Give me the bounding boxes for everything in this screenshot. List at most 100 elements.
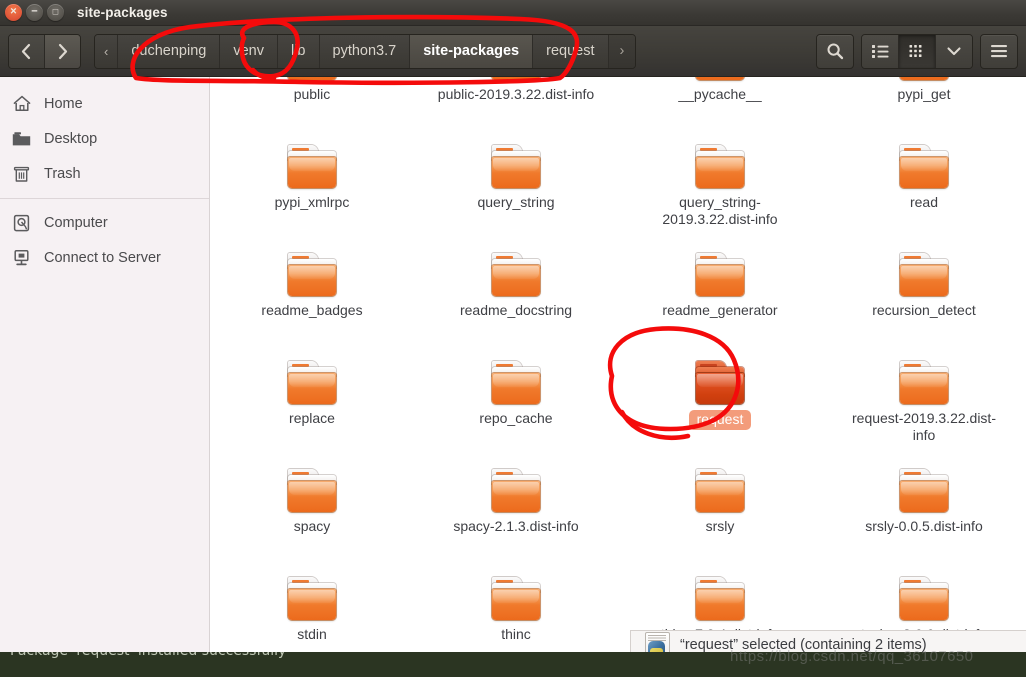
folder-icon [896, 142, 952, 190]
terminal-text: Package 'request' installed successfully [10, 652, 286, 659]
file-name: srsly [705, 518, 735, 534]
chevron-left-icon [21, 43, 31, 59]
window-titlebar: × − □ site-packages [0, 0, 1026, 26]
folder-icon [692, 574, 748, 622]
status-text: “request” selected (containing 2 items) [680, 636, 927, 653]
sidebar-item-home[interactable]: Home [0, 86, 209, 121]
sidebar-item-desktop[interactable]: Desktop [0, 121, 209, 156]
file-item[interactable]: query_string [414, 137, 618, 245]
sidebar-item-computer[interactable]: Computer [0, 205, 209, 240]
folder-icon [896, 358, 952, 406]
folder-icon [488, 358, 544, 406]
file-name: replace [289, 410, 335, 426]
file-name: readme_generator [662, 302, 778, 318]
view-mode-switcher [861, 33, 973, 69]
forward-button[interactable] [44, 34, 80, 68]
file-item[interactable]: srsly [618, 461, 822, 569]
folder-icon [488, 466, 544, 514]
file-name: pypi_xmlrpc [274, 194, 350, 210]
folder-icon [12, 129, 31, 148]
folder-icon [896, 574, 952, 622]
file-item-request[interactable]: request [618, 353, 822, 461]
server-icon [12, 248, 31, 267]
file-name: spacy [293, 518, 331, 534]
file-name: read [909, 194, 939, 210]
folder-icon [896, 466, 952, 514]
file-item[interactable]: query_string-2019.3.22.dist-info [618, 137, 822, 245]
folder-icon [284, 358, 340, 406]
navigation-buttons [8, 33, 81, 69]
grid-view-icon [909, 44, 922, 57]
file-name: __pycache__ [678, 86, 762, 102]
file-name: pypi_get [897, 86, 951, 102]
breadcrumb-item-python37[interactable]: python3.7 [318, 34, 410, 68]
search-icon [827, 43, 844, 60]
window-title: site-packages [77, 5, 168, 20]
file-item[interactable]: read [822, 137, 1026, 245]
file-item[interactable]: replace [210, 353, 414, 461]
file-name: thinc [501, 626, 531, 642]
file-name: public-2019.3.22.dist-info [437, 86, 595, 102]
file-item[interactable]: repo_cache [414, 353, 618, 461]
folder-icon [896, 250, 952, 298]
file-item[interactable]: public [210, 77, 414, 137]
breadcrumb-item-request[interactable]: request [532, 34, 608, 68]
file-item[interactable]: pypi_get [822, 77, 1026, 137]
sidebar-item-connect-to-server[interactable]: Connect to Server [0, 240, 209, 275]
folder-icon [488, 250, 544, 298]
file-item[interactable]: thinc [414, 569, 618, 654]
file-item[interactable]: readme_docstring [414, 245, 618, 353]
grid-view-button[interactable] [898, 34, 935, 68]
computer-icon [12, 213, 31, 232]
file-item[interactable]: readme_generator [618, 245, 822, 353]
file-item[interactable]: spacy-2.1.3.dist-info [414, 461, 618, 569]
folder-icon [692, 250, 748, 298]
file-name: query_string [477, 194, 555, 210]
breadcrumb: ‹ duchenping venv lib python3.7 site-pac… [94, 33, 637, 69]
breadcrumb-item-venv[interactable]: venv [219, 34, 277, 68]
close-window-button[interactable]: × [5, 4, 22, 21]
search-button[interactable] [816, 33, 854, 69]
folder-icon [284, 142, 340, 190]
view-options-button[interactable] [935, 34, 972, 68]
back-button[interactable] [9, 34, 44, 68]
file-list-area[interactable]: public public-2019.3.22.dist-info __pyca… [210, 77, 1026, 654]
file-item[interactable]: pypi_xmlrpc [210, 137, 414, 245]
trash-icon [12, 164, 31, 183]
file-item[interactable]: readme_badges [210, 245, 414, 353]
list-view-icon [871, 44, 888, 58]
maximize-window-button[interactable]: □ [47, 4, 64, 21]
toolbar: ‹ duchenping venv lib python3.7 site-pac… [0, 26, 1026, 77]
minimize-window-button[interactable]: − [26, 4, 43, 21]
maximize-icon: □ [52, 6, 59, 17]
file-name: readme_badges [261, 302, 363, 318]
breadcrumb-item-site-packages[interactable]: site-packages [409, 34, 533, 68]
chevron-right-icon [58, 43, 68, 59]
file-item[interactable]: spacy [210, 461, 414, 569]
folder-icon [284, 466, 340, 514]
folder-icon [488, 77, 544, 82]
window-body: Home Desktop Trash Computer Connect to S… [0, 77, 1026, 654]
file-item[interactable]: recursion_detect [822, 245, 1026, 353]
sidebar-item-label: Connect to Server [44, 249, 161, 266]
file-item[interactable]: public-2019.3.22.dist-info [414, 77, 618, 137]
list-view-button[interactable] [862, 34, 898, 68]
sidebar-item-label: Home [44, 95, 83, 112]
file-item[interactable]: stdin [210, 569, 414, 654]
breadcrumb-overflow-left[interactable]: ‹ [95, 34, 118, 68]
breadcrumb-item-lib[interactable]: lib [276, 34, 319, 68]
home-icon [12, 94, 31, 113]
file-name: query_string-2019.3.22.dist-info [662, 194, 778, 227]
breadcrumb-item-duchenping[interactable]: duchenping [117, 34, 220, 68]
file-item[interactable]: request-2019.3.22.dist-info [822, 353, 1026, 461]
folder-icon [692, 142, 748, 190]
file-name: recursion_detect [872, 302, 976, 318]
sidebar-item-trash[interactable]: Trash [0, 156, 209, 191]
menu-button[interactable] [980, 33, 1018, 69]
file-name: srsly-0.0.5.dist-info [865, 518, 983, 534]
breadcrumb-overflow-right[interactable]: › [607, 34, 636, 68]
folder-icon [284, 250, 340, 298]
folder-icon [692, 358, 748, 406]
file-item[interactable]: __pycache__ [618, 77, 822, 137]
file-item[interactable]: srsly-0.0.5.dist-info [822, 461, 1026, 569]
